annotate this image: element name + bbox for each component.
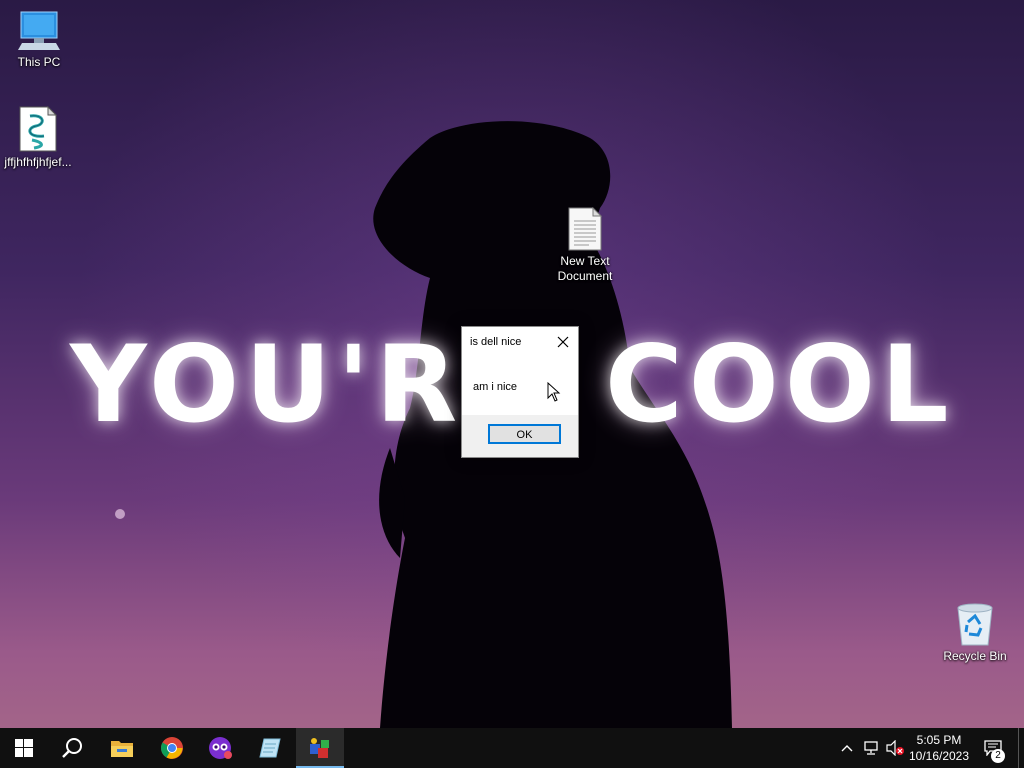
- wallpaper-text-right: COOL: [605, 323, 955, 446]
- clock-time: 5:05 PM: [916, 733, 962, 747]
- wallpaper-moon: [115, 509, 125, 519]
- message-dialog: is dell nice am i nice OK: [461, 326, 579, 458]
- dialog-title: is dell nice: [470, 336, 522, 348]
- mouse-cursor-icon: [547, 382, 561, 402]
- folder-icon: [111, 741, 133, 757]
- chrome-icon: [161, 737, 183, 759]
- text-document-icon: [568, 207, 603, 251]
- desktop-icon-label: Recycle Bin: [943, 649, 1007, 663]
- clock-date: 10/16/2023: [908, 749, 970, 763]
- desktop-icon-label: This PC: [17, 55, 61, 69]
- show-desktop-button[interactable]: [1018, 728, 1024, 768]
- purple-app-icon: [209, 737, 232, 759]
- tray-network[interactable]: [860, 728, 882, 768]
- taskbar-notepad-app[interactable]: [246, 728, 294, 768]
- close-icon: [557, 336, 569, 348]
- notepad-icon: [259, 738, 281, 758]
- dialog-close-button[interactable]: [552, 332, 574, 352]
- search-icon: [62, 738, 82, 758]
- ok-button[interactable]: OK: [488, 424, 561, 444]
- taskbar: 5:05 PM 10/16/2023: [0, 728, 1024, 768]
- windows-logo-icon: [15, 739, 33, 757]
- taskbar-purple-app[interactable]: [197, 728, 245, 768]
- action-center-button[interactable]: [980, 728, 1006, 768]
- dialog-button-area: OK: [462, 415, 578, 457]
- taskbar-active-app[interactable]: [296, 728, 344, 768]
- colorful-app-icon: [310, 738, 329, 758]
- network-icon: [864, 741, 878, 755]
- this-pc-icon: [18, 11, 60, 50]
- dialog-message: am i nice: [473, 381, 518, 393]
- desktop-icon-recycle-bin[interactable]: Recycle Bin: [937, 602, 1013, 664]
- desktop-icon-script-file[interactable]: jffjhfhfjhfjef...: [0, 106, 76, 170]
- tray-show-hidden[interactable]: [836, 728, 858, 768]
- notification-count-badge: 2: [991, 749, 1005, 763]
- start-button[interactable]: [0, 728, 48, 768]
- taskbar-chrome[interactable]: [148, 728, 196, 768]
- desktop-icon-label: jffjhfhfjhfjef...: [4, 155, 72, 169]
- desktop-icon-this-pc[interactable]: This PC: [1, 10, 77, 70]
- desktop-icon-new-text-document[interactable]: New Text Document: [547, 207, 623, 284]
- desktop-icon-label: New Text Document: [557, 254, 613, 283]
- dialog-titlebar[interactable]: is dell nice: [462, 327, 578, 357]
- taskbar-file-explorer[interactable]: [98, 728, 146, 768]
- search-button[interactable]: [48, 728, 96, 768]
- recycle-bin-icon: [957, 603, 993, 646]
- script-file-icon: [19, 106, 58, 152]
- wallpaper-text-left: YOU'R: [70, 323, 464, 446]
- chevron-up-icon: [841, 745, 853, 752]
- taskbar-clock[interactable]: 5:05 PM 10/16/2023: [902, 732, 976, 764]
- desktop: YOU'R COOL This PC jffjhfhfjhfjef... New…: [0, 0, 1024, 768]
